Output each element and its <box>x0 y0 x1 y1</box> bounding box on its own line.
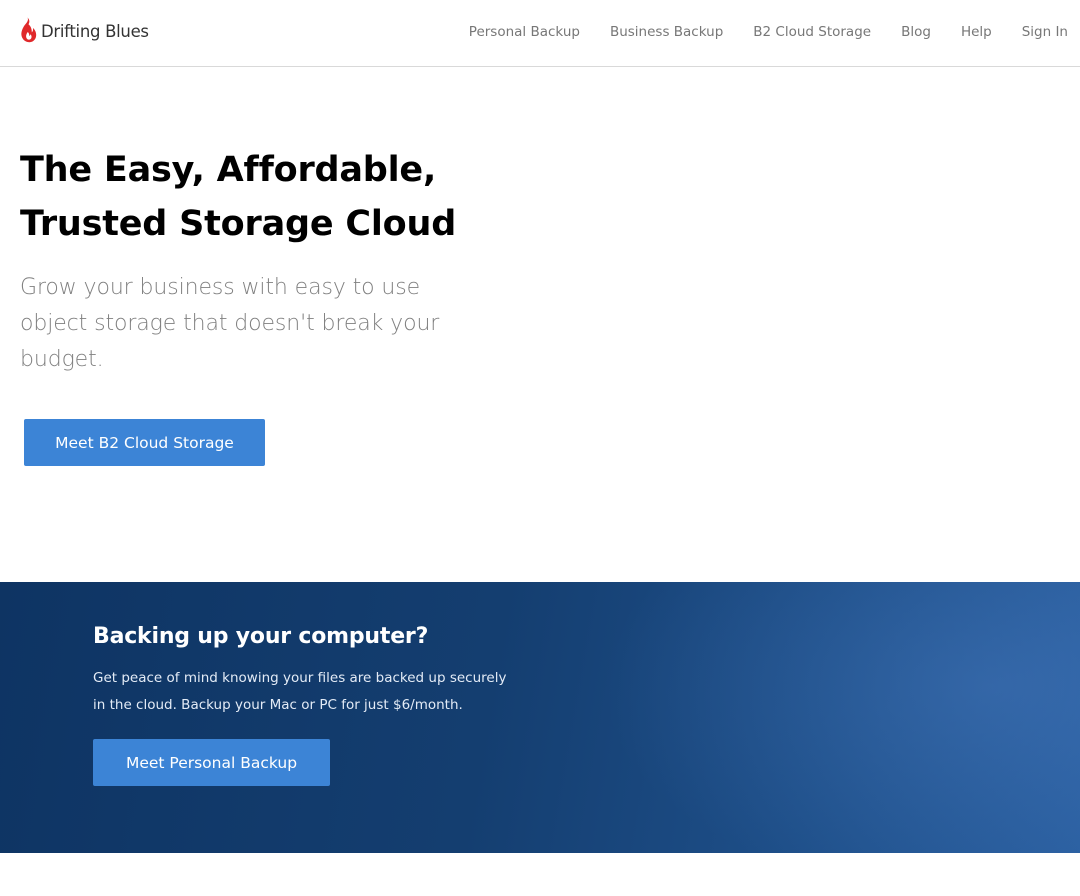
banner-text: Get peace of mind knowing your files are… <box>93 665 533 719</box>
site-header: Drifting Blues Personal Backup Business … <box>0 0 1080 67</box>
banner-title: Backing up your computer? <box>93 624 429 649</box>
personal-backup-banner: Backing up your computer? Get peace of m… <box>0 582 1080 853</box>
logo-link[interactable]: Drifting Blues <box>18 16 149 44</box>
flame-logo-icon <box>21 17 37 43</box>
nav-sign-in[interactable]: Sign In <box>1022 22 1068 42</box>
meet-personal-backup-button[interactable]: Meet Personal Backup <box>93 739 330 786</box>
banner-background-glow <box>600 582 1080 853</box>
nav-personal-backup[interactable]: Personal Backup <box>469 22 580 42</box>
banner-text-line-2: in the cloud. Backup your Mac or PC for … <box>93 697 463 713</box>
meet-b2-cloud-storage-button[interactable]: Meet B2 Cloud Storage <box>24 419 265 466</box>
nav-business-backup[interactable]: Business Backup <box>610 22 723 42</box>
nav-b2-cloud-storage[interactable]: B2 Cloud Storage <box>753 22 871 42</box>
nav-help[interactable]: Help <box>961 22 992 42</box>
logo-text: Drifting Blues <box>41 21 149 41</box>
nav-blog[interactable]: Blog <box>901 22 931 42</box>
hero-title-line-1: The Easy, Affordable, <box>20 150 437 190</box>
hero-title-line-2: Trusted Storage Cloud <box>20 204 457 244</box>
banner-text-line-1: Get peace of mind knowing your files are… <box>93 670 507 686</box>
hero-title: The Easy, Affordable, Trusted Storage Cl… <box>20 143 540 251</box>
hero-subtitle: Grow your business with easy to use obje… <box>20 275 440 372</box>
main-nav: Personal Backup Business Backup B2 Cloud… <box>469 22 1068 42</box>
